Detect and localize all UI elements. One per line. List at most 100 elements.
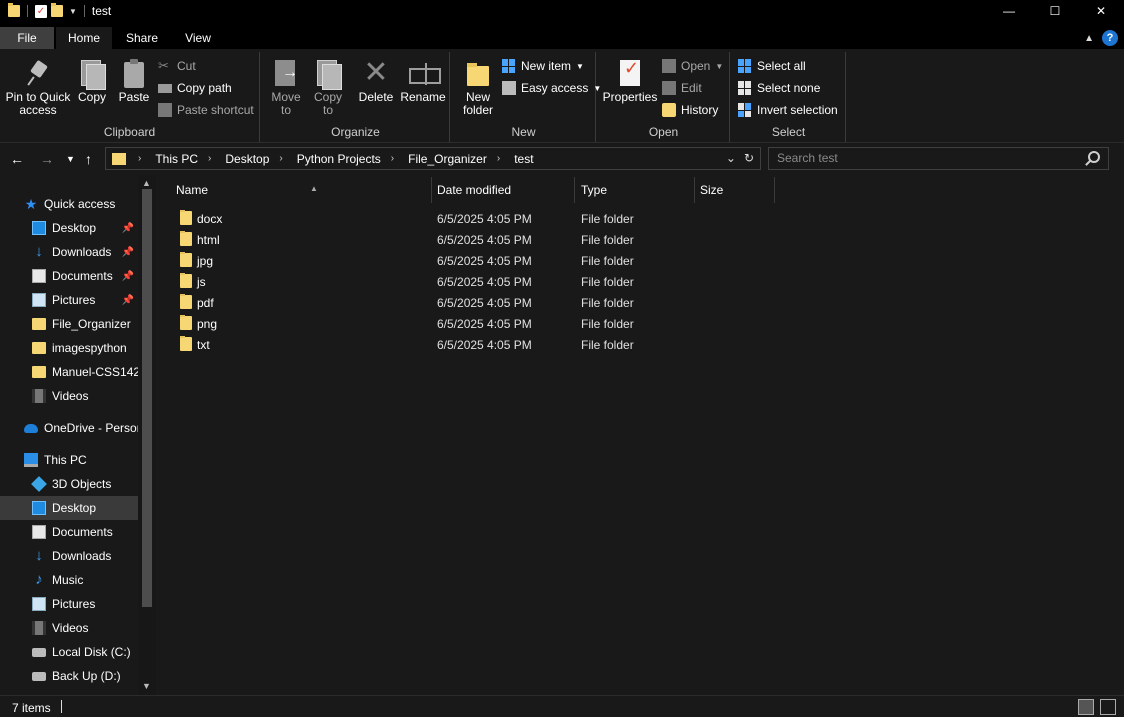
pin-quick-access-button[interactable]: Pin to Quick access bbox=[4, 58, 72, 117]
large-icons-view-icon[interactable] bbox=[1100, 699, 1116, 715]
sort-ascending-icon: ▲ bbox=[310, 184, 318, 193]
copy-path-button[interactable]: Copy path bbox=[158, 79, 232, 97]
select-none-button[interactable]: Select none bbox=[738, 79, 820, 97]
forward-arrow-icon[interactable]: → bbox=[40, 151, 54, 167]
move-to-label: Move to bbox=[271, 90, 301, 117]
copy-button[interactable]: Copy bbox=[74, 58, 110, 104]
up-arrow-icon[interactable]: ↑ bbox=[85, 151, 92, 167]
nav-item-pc-desktop[interactable]: Desktop bbox=[0, 496, 138, 520]
nav-item-pc-pictures[interactable]: Pictures bbox=[0, 592, 138, 616]
chevron-right-icon[interactable]: › bbox=[279, 153, 282, 164]
tab-share[interactable]: Share bbox=[118, 27, 166, 49]
copy-to-button[interactable]: Copy to bbox=[310, 58, 346, 117]
back-arrow-icon[interactable]: ← bbox=[10, 151, 24, 167]
chevron-down-icon[interactable]: ▼ bbox=[69, 7, 77, 16]
nav-item-documents[interactable]: Documents 📌 bbox=[0, 264, 138, 288]
tab-file[interactable]: File bbox=[0, 27, 54, 49]
cut-button[interactable]: ✂ Cut bbox=[158, 57, 196, 75]
search-icon[interactable] bbox=[1088, 151, 1100, 163]
nav-item-pc-videos[interactable]: Videos bbox=[0, 616, 138, 640]
recent-locations-chevron-icon[interactable]: ▼ bbox=[66, 154, 75, 164]
delete-label: Delete bbox=[358, 90, 394, 104]
rename-button[interactable]: Rename bbox=[400, 58, 446, 104]
table-row[interactable]: png 6/5/2025 4:05 PM File folder bbox=[170, 313, 770, 334]
column-header-name[interactable]: Name ▲ bbox=[170, 177, 432, 203]
folder-icon bbox=[180, 252, 192, 267]
nav-item-back-up-d[interactable]: Back Up (D:) bbox=[0, 664, 138, 688]
details-view-icon[interactable] bbox=[1078, 699, 1094, 715]
nav-item-file-organizer[interactable]: File_Organizer bbox=[0, 312, 138, 336]
breadcrumb-test[interactable]: test bbox=[514, 152, 533, 166]
nav-item-pc-documents[interactable]: Documents bbox=[0, 520, 138, 544]
invert-selection-button[interactable]: Invert selection bbox=[738, 101, 838, 119]
breadcrumb-desktop[interactable]: Desktop bbox=[225, 152, 269, 166]
paste-shortcut-button[interactable]: Paste shortcut bbox=[158, 101, 254, 119]
new-folder-icon[interactable] bbox=[51, 3, 63, 17]
paste-button[interactable]: Paste bbox=[116, 58, 152, 104]
nav-item-pc-downloads[interactable]: ↓ Downloads bbox=[0, 544, 138, 568]
search-input[interactable] bbox=[777, 151, 1077, 165]
table-row[interactable]: txt 6/5/2025 4:05 PM File folder bbox=[170, 334, 770, 355]
properties-button[interactable]: Properties bbox=[602, 58, 658, 104]
nav-onedrive[interactable]: OneDrive - Person bbox=[0, 416, 138, 440]
refresh-icon[interactable]: ↻ bbox=[744, 151, 754, 165]
pin-icon[interactable]: 📌 bbox=[122, 295, 134, 306]
breadcrumb-this-pc[interactable]: This PC bbox=[155, 152, 198, 166]
tab-view[interactable]: View bbox=[174, 27, 222, 49]
nav-item-manuel-css142l[interactable]: Manuel-CSS142l bbox=[0, 360, 138, 384]
scroll-up-icon[interactable]: ▲ bbox=[142, 178, 151, 188]
address-bar[interactable]: › This PC › Desktop › Python Projects › … bbox=[105, 147, 761, 170]
nav-item-music[interactable]: ♪ Music bbox=[0, 568, 138, 592]
edit-button[interactable]: Edit bbox=[662, 79, 702, 97]
table-row[interactable]: html 6/5/2025 4:05 PM File folder bbox=[170, 229, 770, 250]
table-row[interactable]: jpg 6/5/2025 4:05 PM File folder bbox=[170, 250, 770, 271]
delete-button[interactable]: ✕ Delete bbox=[358, 58, 394, 104]
nav-item-desktop[interactable]: Desktop 📌 bbox=[0, 216, 138, 240]
scroll-down-icon[interactable]: ▼ bbox=[142, 681, 151, 691]
nav-item-3d-objects[interactable]: 3D Objects bbox=[0, 472, 138, 496]
tab-home[interactable]: Home bbox=[56, 27, 112, 49]
column-header-date-modified[interactable]: Date modified bbox=[431, 177, 575, 203]
search-box[interactable] bbox=[768, 147, 1109, 170]
close-button[interactable]: ✕ bbox=[1078, 0, 1124, 22]
chevron-right-icon[interactable]: › bbox=[391, 153, 394, 164]
properties-icon[interactable]: ✓ bbox=[35, 4, 47, 18]
chevron-right-icon[interactable]: › bbox=[208, 153, 211, 164]
scrollbar-thumb[interactable] bbox=[142, 189, 152, 607]
address-dropdown-icon[interactable]: ⌄ bbox=[726, 151, 736, 165]
file-date: 6/5/2025 4:05 PM bbox=[437, 212, 532, 226]
nav-item-pictures[interactable]: Pictures 📌 bbox=[0, 288, 138, 312]
select-all-button[interactable]: Select all bbox=[738, 57, 806, 75]
nav-quick-access[interactable]: ★ Quick access bbox=[0, 192, 138, 216]
chevron-right-icon[interactable]: › bbox=[497, 153, 500, 164]
breadcrumb-file-organizer[interactable]: File_Organizer bbox=[408, 152, 487, 166]
nav-this-pc[interactable]: This PC bbox=[0, 448, 138, 472]
table-row[interactable]: docx 6/5/2025 4:05 PM File folder bbox=[170, 208, 770, 229]
nav-item-downloads[interactable]: ↓ Downloads 📌 bbox=[0, 240, 138, 264]
maximize-button[interactable]: ☐ bbox=[1032, 0, 1078, 22]
column-header-size[interactable]: Size bbox=[694, 177, 775, 203]
nav-item-imagespython[interactable]: imagespython bbox=[0, 336, 138, 360]
pin-icon[interactable]: 📌 bbox=[122, 223, 134, 234]
paste-shortcut-label: Paste shortcut bbox=[177, 103, 254, 117]
pin-icon[interactable]: 📌 bbox=[122, 271, 134, 282]
minimize-button[interactable]: — bbox=[986, 0, 1032, 22]
pin-icon[interactable]: 📌 bbox=[122, 247, 134, 258]
breadcrumb-python-projects[interactable]: Python Projects bbox=[297, 152, 381, 166]
new-folder-button[interactable]: New folder bbox=[458, 58, 498, 117]
nav-scrollbar[interactable]: ▲ ▼ bbox=[138, 175, 156, 695]
history-button[interactable]: History bbox=[662, 101, 718, 119]
new-item-button[interactable]: New item ▼ bbox=[502, 57, 584, 75]
nav-item-local-disk-c[interactable]: Local Disk (C:) bbox=[0, 640, 138, 664]
easy-access-button[interactable]: Easy access ▼ bbox=[502, 79, 601, 97]
table-row[interactable]: pdf 6/5/2025 4:05 PM File folder bbox=[170, 292, 770, 313]
column-header-type[interactable]: Type bbox=[575, 177, 695, 203]
help-icon[interactable]: ? bbox=[1102, 30, 1118, 46]
nav-label: Videos bbox=[52, 389, 89, 403]
table-row[interactable]: js 6/5/2025 4:05 PM File folder bbox=[170, 271, 770, 292]
move-to-button[interactable]: Move to bbox=[268, 58, 304, 117]
chevron-right-icon[interactable]: › bbox=[138, 153, 141, 164]
nav-item-videos[interactable]: Videos bbox=[0, 384, 138, 408]
collapse-ribbon-icon[interactable]: ▲ bbox=[1084, 33, 1094, 44]
open-button[interactable]: Open ▼ bbox=[662, 57, 723, 75]
